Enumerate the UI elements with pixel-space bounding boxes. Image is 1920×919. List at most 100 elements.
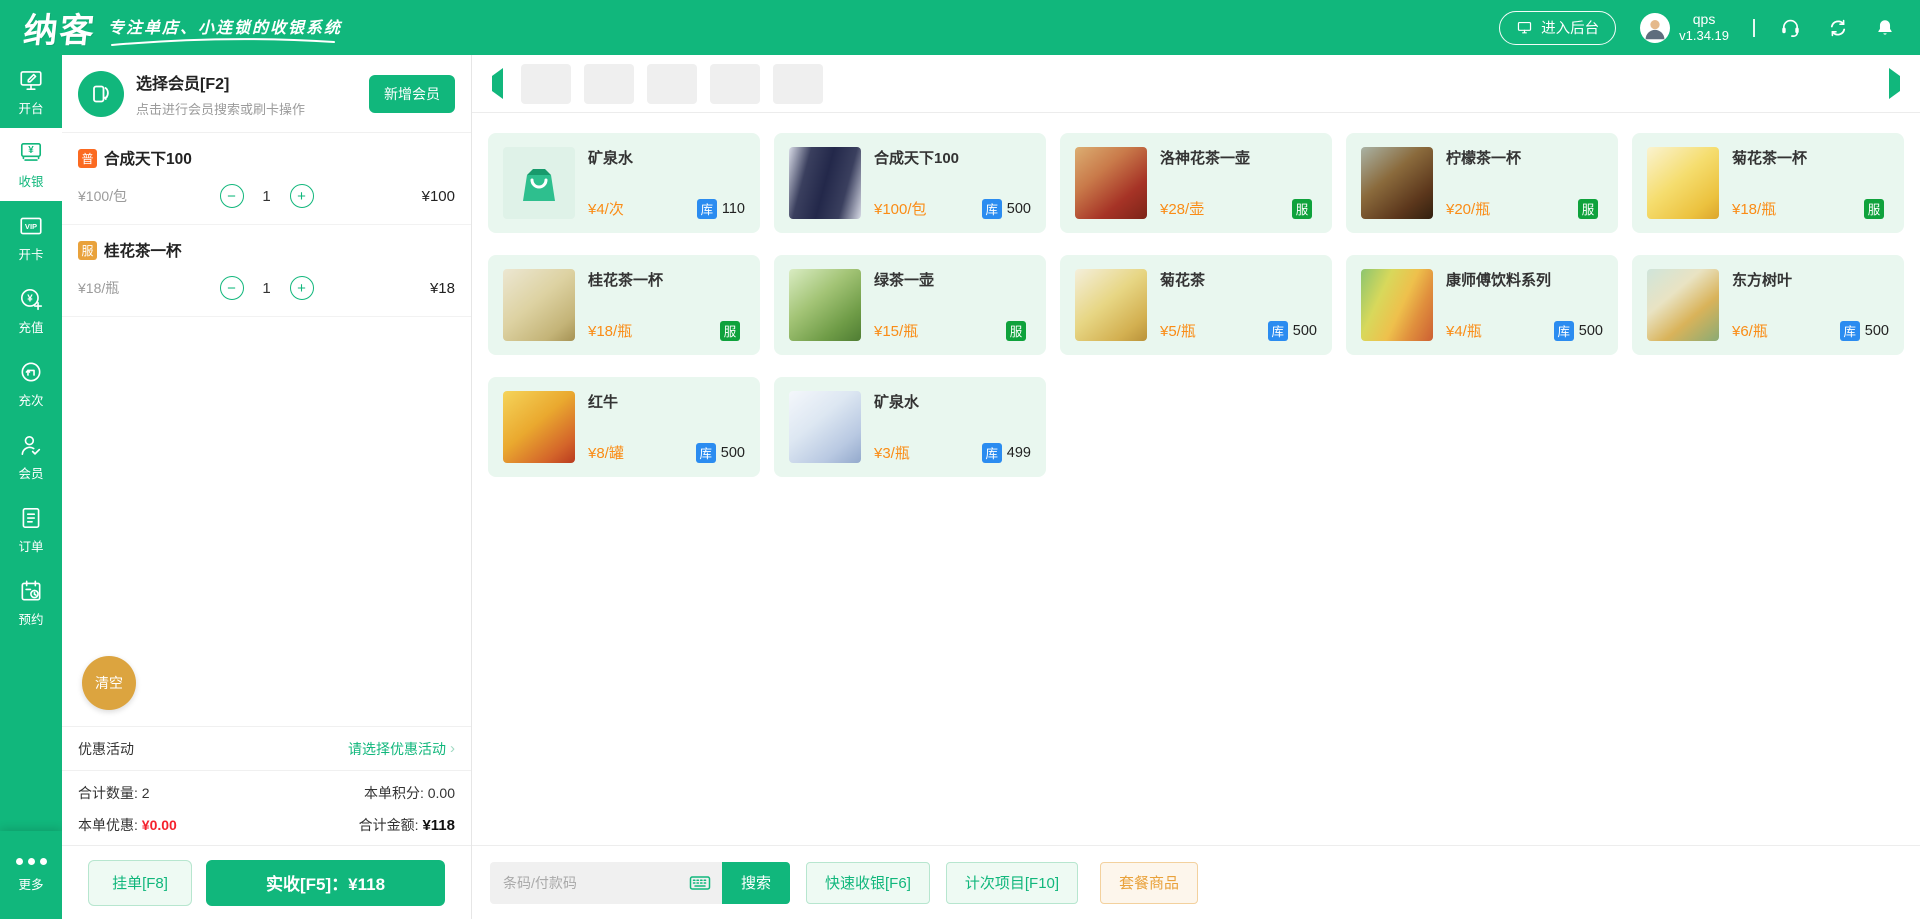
product-image — [789, 391, 861, 463]
sidebar-item-label: 开卡 — [18, 247, 44, 262]
quick-cashier-button[interactable]: 快速收银[F6] — [806, 861, 930, 904]
product-type-badge: 库 — [696, 198, 717, 219]
combo-product-button[interactable]: 套餐商品 — [1100, 861, 1199, 904]
product-type-badge: 服 — [1006, 320, 1026, 341]
sidebar-item-open-table[interactable]: 开台 — [0, 55, 62, 128]
sidebar-item-orders[interactable]: 订单 — [0, 493, 62, 566]
qty-decrease-button[interactable]: − — [219, 184, 244, 208]
item-qty: 1 — [262, 187, 271, 205]
product-name: 洛神花茶一壶 — [1160, 150, 1251, 167]
category-tab[interactable] — [647, 63, 697, 104]
product-type-badge: 库 — [1839, 320, 1860, 341]
product-card[interactable]: 东方树叶 ¥6/瓶 库 500 — [1632, 255, 1904, 355]
category-tab[interactable] — [521, 63, 571, 104]
product-price: ¥15/瓶 — [874, 323, 919, 340]
amount-value: ¥118 — [422, 817, 455, 834]
sidebar-item-members[interactable]: 会员 — [0, 420, 62, 493]
user-name: qps — [1692, 10, 1716, 27]
sidebar-item-label: 会员 — [18, 466, 44, 481]
item-name: 桂花茶一杯 — [104, 243, 182, 260]
search-button[interactable]: 搜索 — [722, 861, 791, 904]
product-price: ¥100/包 — [874, 201, 927, 218]
reservation-calendar-icon — [18, 578, 44, 604]
product-type-badge: 库 — [1553, 320, 1574, 341]
total-qty-label: 合计数量: — [78, 785, 138, 801]
category-tabbar — [472, 55, 1920, 113]
product-card[interactable]: 红牛 ¥8/罐 库 500 — [488, 377, 760, 477]
qty-decrease-button[interactable]: − — [219, 276, 244, 300]
sidebar-item-cashier[interactable]: ¥ 收银 — [0, 128, 62, 201]
count-item-button[interactable]: 计次项目[F10] — [945, 861, 1079, 904]
product-name: 绿茶一壶 — [874, 272, 935, 289]
bell-icon[interactable] — [1874, 17, 1896, 39]
scan-toolbar: 搜索 快速收银[F6] 计次项目[F10] 套餐商品 — [472, 845, 1920, 919]
clear-cart-button[interactable]: 清空 — [82, 656, 136, 710]
product-card[interactable]: 合成天下100 ¥100/包 库 500 — [774, 133, 1046, 233]
tabs-scroll-right-arrow[interactable] — [1885, 68, 1904, 99]
sidebar-item-recharge-times[interactable]: 充次 — [0, 347, 62, 420]
product-card[interactable]: 菊花茶 ¥5/瓶 库 500 — [1060, 255, 1332, 355]
item-unit-price: ¥100/包 — [78, 188, 128, 204]
product-type-badge: 服 — [1864, 198, 1884, 219]
product-type-badge: 库 — [1267, 320, 1288, 341]
svg-text:¥: ¥ — [27, 293, 33, 304]
sidebar-item-reservation[interactable]: 预约 — [0, 566, 62, 639]
user-info[interactable]: qps v1.34.19 — [1640, 11, 1729, 45]
sidebar-item-more[interactable]: 更多 — [0, 831, 62, 919]
keyboard-icon[interactable] — [688, 871, 712, 895]
product-type-badge: 服 — [1292, 198, 1312, 219]
member-select-bar[interactable]: 选择会员[F2] 点击进行会员搜索或刷卡操作 新增会员 — [62, 55, 471, 133]
member-select-subtitle: 点击进行会员搜索或刷卡操作 — [136, 101, 306, 117]
category-tab[interactable] — [710, 63, 760, 104]
enter-backend-button[interactable]: 进入后台 — [1499, 10, 1617, 45]
customer-service-icon[interactable] — [1779, 16, 1802, 39]
product-type-badge: 库 — [695, 442, 716, 463]
sidebar-item-vip-card[interactable]: VIP 开卡 — [0, 201, 62, 274]
item-name: 合成天下100 — [104, 151, 192, 168]
product-price: ¥20/瓶 — [1446, 201, 1491, 218]
app-version: v1.34.19 — [1679, 28, 1729, 44]
product-card[interactable]: 绿茶一壶 ¥15/瓶 服 — [774, 255, 1046, 355]
totals-summary: 合计数量: 2 本单积分: 0.00 本单优惠: ¥0.00 合计金额: ¥11… — [62, 770, 471, 845]
promo-label: 优惠活动 — [78, 740, 134, 757]
product-name: 桂花茶一杯 — [588, 272, 664, 289]
product-image — [1361, 147, 1433, 219]
product-stock-count: 110 — [721, 200, 745, 217]
checkout-amount: ¥118 — [348, 875, 386, 894]
qty-increase-button[interactable]: + — [289, 276, 314, 300]
product-price: ¥6/瓶 — [1732, 323, 1768, 340]
sync-icon[interactable] — [1826, 16, 1850, 40]
category-tab[interactable] — [584, 63, 634, 104]
category-tab[interactable] — [773, 63, 823, 104]
checkout-button[interactable]: 实收[F5]：¥118 — [206, 859, 445, 906]
product-card[interactable]: 洛神花茶一壶 ¥28/壶 服 — [1060, 133, 1332, 233]
header-divider — [1753, 18, 1755, 37]
qty-increase-button[interactable]: + — [289, 184, 314, 208]
cart-item[interactable]: 普 合成天下100 ¥100/包 − 1 + ¥100 — [62, 133, 471, 225]
hold-order-button[interactable]: 挂单[F8] — [88, 859, 192, 906]
select-promo-link[interactable]: 请选择优惠活动 › — [348, 739, 455, 759]
product-image — [789, 269, 861, 341]
points-label: 本单积分: — [363, 785, 424, 801]
product-card[interactable]: 菊花茶一杯 ¥18/瓶 服 — [1632, 133, 1904, 233]
points-value: 0.00 — [427, 785, 455, 801]
svg-text:¥: ¥ — [28, 145, 34, 156]
product-name: 柠檬茶一杯 — [1446, 150, 1522, 167]
discount-label: 本单优惠: — [78, 817, 138, 833]
product-card[interactable]: 康师傅饮料系列 ¥4/瓶 库 500 — [1346, 255, 1618, 355]
product-name: 康师傅饮料系列 — [1446, 272, 1552, 289]
brand: 纳客 专注单店、小连锁的收银系统 — [21, 3, 342, 52]
discount-value: ¥0.00 — [141, 817, 177, 833]
product-price: ¥5/瓶 — [1160, 323, 1196, 340]
product-card[interactable]: 桂花茶一杯 ¥18/瓶 服 — [488, 255, 760, 355]
add-member-button[interactable]: 新增会员 — [369, 74, 455, 113]
enter-backend-label: 进入后台 — [1541, 21, 1600, 37]
product-card[interactable]: 矿泉水 ¥3/瓶 库 499 — [774, 377, 1046, 477]
tabs-scroll-left-arrow[interactable] — [488, 68, 507, 99]
brand-logo: 纳客 — [21, 12, 98, 50]
select-promo-label: 请选择优惠活动 — [348, 740, 446, 757]
sidebar-item-recharge[interactable]: ¥ 充值 — [0, 274, 62, 347]
product-card[interactable]: 柠檬茶一杯 ¥20/瓶 服 — [1346, 133, 1618, 233]
cart-item[interactable]: 服 桂花茶一杯 ¥18/瓶 − 1 + ¥18 — [62, 225, 471, 317]
product-card[interactable]: 矿泉水 ¥4/次 库 110 — [488, 133, 760, 233]
